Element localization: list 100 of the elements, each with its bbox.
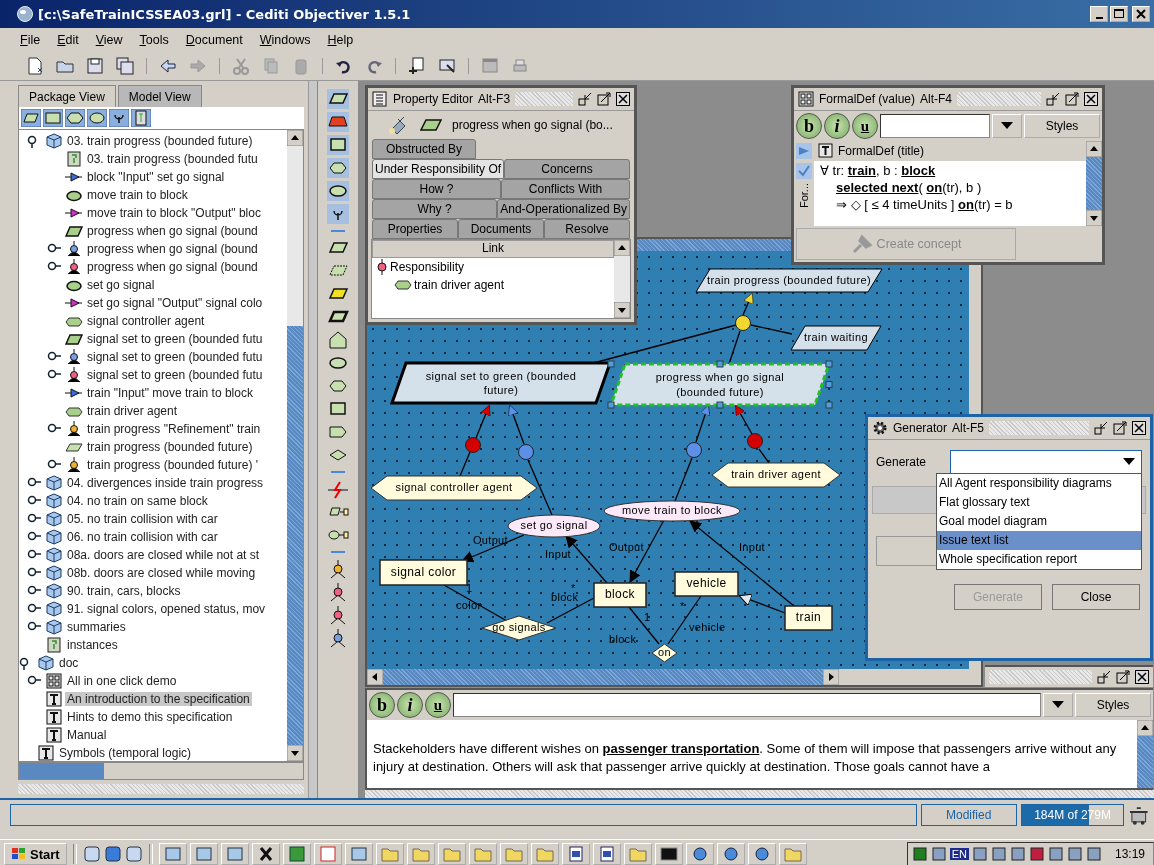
menu-item[interactable]: View	[95, 33, 123, 47]
entity-node[interactable]: train	[784, 605, 833, 631]
window-title: FormalDef (value)	[819, 92, 916, 106]
format-button[interactable]: b	[369, 692, 395, 718]
tree-item[interactable]: Symbols (temporal logic)	[57, 746, 194, 760]
tree-item[interactable]: set go signal "Output" signal colo	[85, 296, 265, 310]
node-label: progress when go signal (bounded future)	[654, 370, 786, 399]
tree-item[interactable]: Manual	[65, 728, 109, 742]
tree-item[interactable]: 04. divergences inside train progress	[65, 476, 266, 490]
tree-item[interactable]: instances	[65, 638, 120, 652]
goal-node[interactable]: signal set to green (bounded future)	[389, 361, 613, 405]
tree-item[interactable]: 03. train progress (bounded futu	[85, 152, 260, 166]
tree-item[interactable]: 08a. doors are closed while not at st	[65, 548, 262, 562]
tree-item[interactable]: 06. no train collision with car	[65, 530, 220, 544]
operation-node[interactable]: set go signal	[507, 514, 601, 538]
goal-node[interactable]: train waiting	[790, 325, 882, 351]
window-title: Generator	[893, 421, 948, 435]
association-node[interactable]: go signals	[481, 615, 557, 641]
tree-item[interactable]: summaries	[65, 620, 128, 634]
edge-label: Input	[739, 541, 765, 553]
property-tab[interactable]: Conflicts With	[501, 179, 630, 199]
entity-node[interactable]: vehicle	[674, 571, 739, 597]
tree-item[interactable]: signal controller agent	[85, 314, 207, 328]
property-tab[interactable]: And-Operationalized By	[497, 199, 630, 219]
dropdown-option[interactable]: Issue text list	[937, 531, 1141, 550]
dropdown-option[interactable]: Flat glossary text	[937, 493, 1141, 512]
entity-node[interactable]: signal color	[379, 559, 468, 586]
tree-item[interactable]: 08b. doors are closed while moving	[65, 566, 258, 580]
property-tab[interactable]: How ?	[372, 179, 501, 199]
goal-node[interactable]: progress when go signal (bounded future)	[608, 362, 832, 407]
property-tab[interactable]: Under Responsibility Of	[372, 159, 505, 179]
menu-item[interactable]: File	[20, 33, 41, 47]
property-tab[interactable]: Properties	[372, 219, 458, 239]
property-tab[interactable]: Why ?	[372, 199, 498, 219]
tree-item[interactable]: block "Input" set go signal	[85, 170, 227, 184]
window-title: Property Editor	[393, 92, 474, 106]
tree-item[interactable]: An introduction to the specification	[65, 692, 252, 706]
format-button[interactable]: i	[824, 113, 850, 139]
node-label: move train to block	[622, 503, 722, 519]
property-tab[interactable]: Concerns	[504, 159, 630, 179]
node-label: go signals	[492, 620, 546, 636]
tree-item[interactable]: signal set to green (bounded futu	[85, 332, 265, 346]
tree-item[interactable]: set go signal	[85, 278, 157, 292]
dropdown-option[interactable]: Goal model diagram	[937, 512, 1141, 531]
tree-item[interactable]: train progress "Refinement" train	[85, 422, 263, 436]
edge-label: 1	[644, 611, 651, 623]
tree-item[interactable]: progress when go signal (bound	[85, 242, 260, 256]
node-label: block	[605, 586, 635, 604]
node-label: train waiting	[804, 330, 868, 346]
association-node[interactable]: on	[651, 643, 678, 663]
tree-item[interactable]: signal set to green (bounded futu	[85, 350, 265, 364]
tree-item[interactable]: Hints to demo this specification	[65, 710, 235, 724]
tree-item[interactable]: doc	[57, 656, 81, 670]
tree-item[interactable]: 90. train, cars, blocks	[65, 584, 183, 598]
property-tab[interactable]: Documents	[458, 219, 544, 239]
side-tab[interactable]: For...	[798, 183, 810, 209]
node-label: train driver agent	[731, 467, 821, 483]
shortcut-label: Alt-F3	[478, 92, 511, 106]
format-button[interactable]: i	[397, 692, 423, 718]
field-label: Generate	[876, 455, 927, 469]
dropdown-option[interactable]: Whole specification report	[937, 550, 1141, 569]
dropdown-option[interactable]: All Agent responsibility diagrams	[937, 474, 1141, 493]
format-button[interactable]: b	[796, 113, 822, 139]
dialog-button[interactable]: Close	[1052, 584, 1140, 610]
tree-item[interactable]: signal set to green (bounded futu	[85, 368, 265, 382]
view-tab[interactable]: Model View	[117, 85, 202, 107]
start-button[interactable]: Start	[4, 843, 67, 865]
tree-item[interactable]: train driver agent	[85, 404, 180, 418]
tree-item[interactable]: train progress (bounded future)	[85, 440, 255, 454]
view-tab[interactable]: Package View	[18, 85, 116, 107]
link-item[interactable]: train driver agent	[414, 278, 505, 292]
property-tab[interactable]: Obstructed By	[372, 139, 476, 159]
tree-item[interactable]: train "Input" move train to block	[85, 386, 255, 400]
tree-item[interactable]: 91. signal colors, opened status, mov	[65, 602, 268, 616]
menu-item[interactable]: Help	[327, 33, 354, 47]
tree-item[interactable]: progress when go signal (bound	[85, 260, 260, 274]
tree-item[interactable]: move train to block "Output" bloc	[85, 206, 263, 220]
menu-item[interactable]: Windows	[259, 33, 311, 47]
link-item[interactable]: Responsibility	[390, 260, 465, 274]
operation-node[interactable]: move train to block	[603, 500, 741, 522]
tree-item[interactable]: 03. train progress (bounded future)	[65, 134, 255, 148]
goal-node[interactable]: train progress (bounded future)	[695, 268, 883, 293]
tree-item[interactable]: All in one click demo	[65, 674, 179, 688]
tree-item[interactable]: progress when go signal (bound	[85, 224, 260, 238]
tree-item[interactable]: move train to block	[85, 188, 190, 202]
language-indicator[interactable]: EN	[949, 848, 969, 860]
property-tab[interactable]: Resolve	[544, 219, 630, 239]
entity-node[interactable]: block	[593, 582, 647, 608]
menu-item[interactable]: Edit	[57, 33, 79, 47]
menu-item[interactable]: Tools	[139, 33, 169, 47]
agent-node[interactable]: train driver agent	[711, 462, 841, 488]
format-button[interactable]: u	[852, 113, 878, 139]
agent-node[interactable]: signal controller agent	[370, 475, 538, 501]
styles-button[interactable]: Styles	[1024, 114, 1100, 138]
tree-item[interactable]: 04. no train on same block	[65, 494, 210, 508]
tree-item[interactable]: train progress (bounded future) '	[85, 458, 261, 472]
tree-item[interactable]: 05. no train collision with car	[65, 512, 220, 526]
menu-item[interactable]: Document	[185, 33, 243, 47]
format-button[interactable]: u	[425, 692, 451, 718]
styles-button[interactable]: Styles	[1075, 693, 1151, 717]
